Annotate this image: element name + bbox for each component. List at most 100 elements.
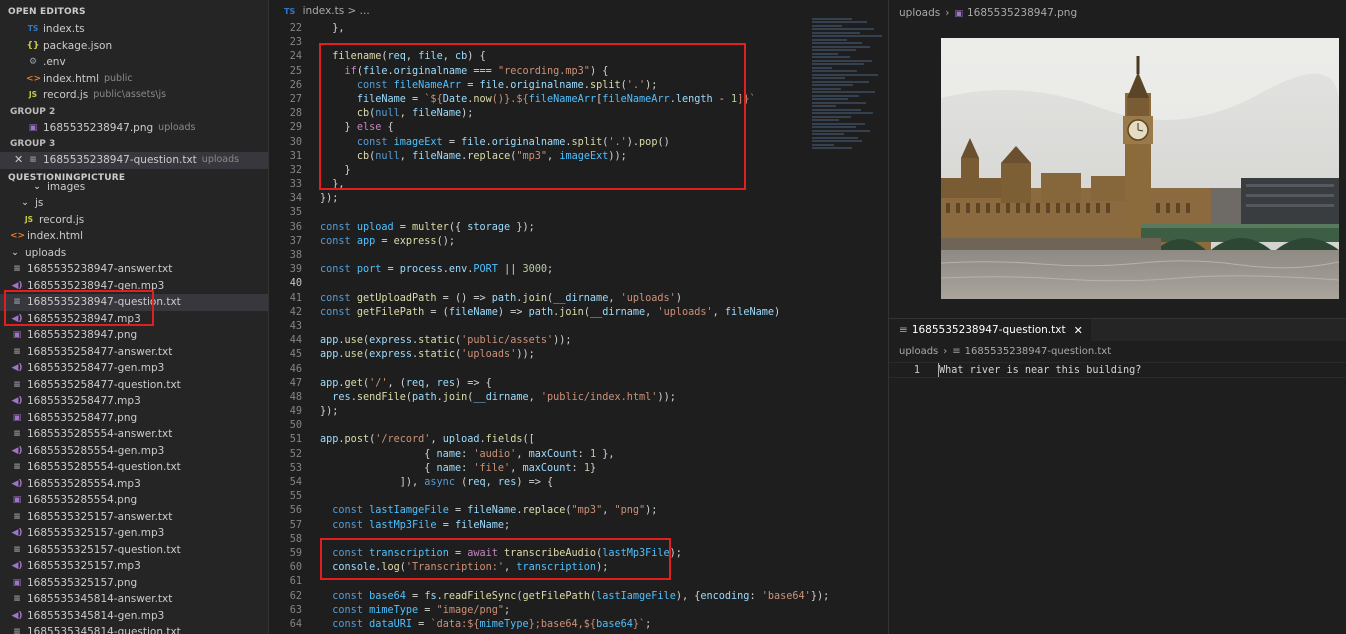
code-line[interactable]: 55 xyxy=(270,490,807,504)
code-line[interactable]: 45 app.use(express.static('uploads')); xyxy=(270,348,807,362)
line-number: 44 xyxy=(289,335,302,347)
code-line[interactable]: 40 xyxy=(270,277,807,291)
uploads-file-item[interactable]: ≡ 1685535238947-answer.txt xyxy=(0,261,268,278)
open-editor-item[interactable]: ⚙ .env xyxy=(0,54,268,71)
code-line[interactable]: 61 xyxy=(270,575,807,589)
code-line[interactable]: 39 const port = process.env.PORT || 3000; xyxy=(270,263,807,277)
code-line[interactable]: 51 app.post('/record', upload.fields([ xyxy=(270,433,807,447)
code-line[interactable]: 64 const dataURI = `data:${mimeType};bas… xyxy=(270,618,807,632)
close-icon[interactable]: ✕ xyxy=(14,152,23,169)
uploads-file-item[interactable]: ◀) 1685535285554.mp3 xyxy=(0,476,268,493)
code-line[interactable]: 27 fileName = `${Date.now()}.${fileNameA… xyxy=(270,93,807,107)
code-line[interactable]: 58 xyxy=(270,533,807,547)
code-token: app xyxy=(320,335,339,347)
uploads-file-item[interactable]: ≡ 1685535258477-question.txt xyxy=(0,377,268,394)
question-text-line[interactable]: 1 What river is near this building? xyxy=(889,362,1346,378)
code-line[interactable]: 47 app.get('/', (req, res) => { xyxy=(270,377,807,391)
uploads-file-item[interactable]: ▣ 1685535258477.png xyxy=(0,410,268,427)
uploads-file-item[interactable]: ≡ 1685535285554-answer.txt xyxy=(0,426,268,443)
open-editors-header[interactable]: OPEN EDITORS xyxy=(0,4,268,21)
group3-item[interactable]: ✕ ≡ 1685535238947-question.txt uploads xyxy=(0,152,268,169)
code-text: ]), async (req, res) => { xyxy=(320,476,553,490)
tree-folder[interactable]: ⌄ js xyxy=(0,195,268,212)
code-line[interactable]: 26 const fileNameArr = file.originalname… xyxy=(270,79,807,93)
code-line[interactable]: 24 filename(req, file, cb) { xyxy=(270,50,807,64)
uploads-file-item[interactable]: ≡ 1685535345814-answer.txt xyxy=(0,591,268,608)
breadcrumb[interactable]: TS index.ts > ... xyxy=(270,0,887,22)
code-line[interactable]: 37 const app = express(); xyxy=(270,235,807,249)
tab-question-file[interactable]: ≡ 1685535238947-question.txt ✕ xyxy=(889,319,1091,341)
code-line[interactable]: 50 xyxy=(270,419,807,433)
code-line[interactable]: 43 xyxy=(270,320,807,334)
uploads-file-item[interactable]: ≡ 1685535325157-answer.txt xyxy=(0,509,268,526)
code-line[interactable]: 36 const upload = multer({ storage }); xyxy=(270,221,807,235)
code-line[interactable]: 33 }, xyxy=(270,178,807,192)
uploads-file-item[interactable]: ≡ 1685535285554-question.txt xyxy=(0,459,268,476)
uploads-file-item[interactable]: ◀) 1685535258477-gen.mp3 xyxy=(0,360,268,377)
code-line[interactable]: 22 }, xyxy=(270,22,807,36)
code-line[interactable]: 54 ]), async (req, res) => { xyxy=(270,476,807,490)
code-line[interactable]: 57 const lastMp3File = fileName; xyxy=(270,519,807,533)
uploads-file-item[interactable]: ≡ 1685535258477-answer.txt xyxy=(0,344,268,361)
code-line[interactable]: 62 const base64 = fs.readFileSync(getFil… xyxy=(270,590,830,604)
minimap-line xyxy=(812,87,841,90)
open-editor-item[interactable]: JS record.js public\assets\js xyxy=(0,87,268,104)
image-breadcrumb[interactable]: uploads › ▣ 1685535238947.png xyxy=(889,0,1346,26)
uploads-file-item[interactable]: ◀) 1685535325157.mp3 xyxy=(0,558,268,575)
uploads-file-item[interactable]: ◀) 1685535285554-gen.mp3 xyxy=(0,443,268,460)
code-line[interactable]: 30 const imageExt = file.originalname.sp… xyxy=(270,136,807,150)
tree-file[interactable]: JS record.js xyxy=(0,212,268,229)
tree-folder[interactable]: ⌄ uploads xyxy=(0,245,268,262)
code-line[interactable]: 38 xyxy=(270,249,807,263)
uploads-file-item[interactable]: ◀) 1685535258477.mp3 xyxy=(0,393,268,410)
code-line[interactable]: 63 const mimeType = "image/png"; xyxy=(270,604,807,618)
minimap[interactable] xyxy=(812,16,887,634)
uploads-file-item[interactable]: ≡ 1685535345814-question.txt xyxy=(0,624,268,634)
line-number: 42 xyxy=(289,306,302,318)
code-line[interactable]: 46 xyxy=(270,363,807,377)
question-breadcrumb[interactable]: uploads › ≡ 1685535238947-question.txt xyxy=(889,343,1346,361)
group3-header[interactable]: GROUP 3 xyxy=(0,136,268,152)
code-line[interactable]: 25 if(file.originalname === "recording.m… xyxy=(270,65,807,79)
uploads-file-item[interactable]: ◀) 1685535238947.mp3 xyxy=(0,311,268,328)
uploads-file-item[interactable]: ◀) 1685535325157-gen.mp3 xyxy=(0,525,268,542)
code-line[interactable]: 42 const getFilePath = (fileName) => path… xyxy=(270,306,807,320)
line-number: 31 xyxy=(289,150,302,162)
uploads-file-item[interactable]: ◀) 1685535238947-gen.mp3 xyxy=(0,278,268,295)
group2-item[interactable]: ▣ 1685535238947.png uploads xyxy=(0,120,268,137)
code-area[interactable]: 22 }, 23 24 filename(req, file, cb) {25 if… xyxy=(270,22,830,632)
code-line[interactable]: 34}); xyxy=(270,192,807,206)
image-file-icon: ▣ xyxy=(28,122,38,133)
uploads-file-item[interactable]: ▣ 1685535285554.png xyxy=(0,492,268,509)
open-editor-item[interactable]: TS index.ts xyxy=(0,21,268,38)
code-line[interactable]: 31 cb(null, fileName.replace("mp3", imag… xyxy=(270,150,807,164)
code-line[interactable]: 32 } xyxy=(270,164,807,178)
uploads-file-item[interactable]: ▣ 1685535238947.png xyxy=(0,327,268,344)
open-editor-item[interactable]: <> index.html public xyxy=(0,71,268,88)
code-line[interactable]: 35 xyxy=(270,206,807,220)
text-file-icon: ≡ xyxy=(13,346,21,357)
code-line[interactable]: 48 res.sendFile(path.join(__dirname, 'pu… xyxy=(270,391,807,405)
code-line[interactable]: 60 console.log('Transcription:', transcr… xyxy=(270,561,807,575)
uploads-file-item[interactable]: ≡ 1685535325157-question.txt xyxy=(0,542,268,559)
uploads-file-item[interactable]: ≡ 1685535238947-question.txt xyxy=(0,294,268,311)
tree-file[interactable]: <> index.html xyxy=(0,228,268,245)
uploads-file-item[interactable]: ▣ 1685535325157.png xyxy=(0,575,268,592)
group2-header[interactable]: GROUP 2 xyxy=(0,104,268,120)
uploads-file-item[interactable]: ◀) 1685535345814-gen.mp3 xyxy=(0,608,268,625)
code-line[interactable]: 41 const getUploadPath = () => path.join(… xyxy=(270,292,807,306)
open-editor-item[interactable]: {} package.json xyxy=(0,38,268,55)
code-line[interactable]: 23 xyxy=(270,36,807,50)
code-line[interactable]: 44 app.use(express.static('public/assets'… xyxy=(270,334,807,348)
tree-folder[interactable]: ⌄ images xyxy=(0,179,268,196)
code-line[interactable]: 53 { name: 'file', maxCount: 1} xyxy=(270,462,807,476)
close-icon[interactable]: ✕ xyxy=(1074,324,1083,337)
code-line[interactable]: 59 const transcription = await transcrib… xyxy=(270,547,807,561)
code-line[interactable]: 49}); xyxy=(270,405,807,419)
code-line[interactable]: 52 { name: 'audio', maxCount: 1 }, xyxy=(270,448,807,462)
code-line[interactable]: 28 cb(null, fileName); xyxy=(270,107,807,121)
code-text: const transcription = await transcribeAu… xyxy=(320,547,682,561)
code-line[interactable]: 56 const lastIamgeFile = fileName.replac… xyxy=(270,504,807,518)
code-line[interactable]: 29 } else { xyxy=(270,121,807,135)
code-token: 'base64' xyxy=(761,590,811,602)
